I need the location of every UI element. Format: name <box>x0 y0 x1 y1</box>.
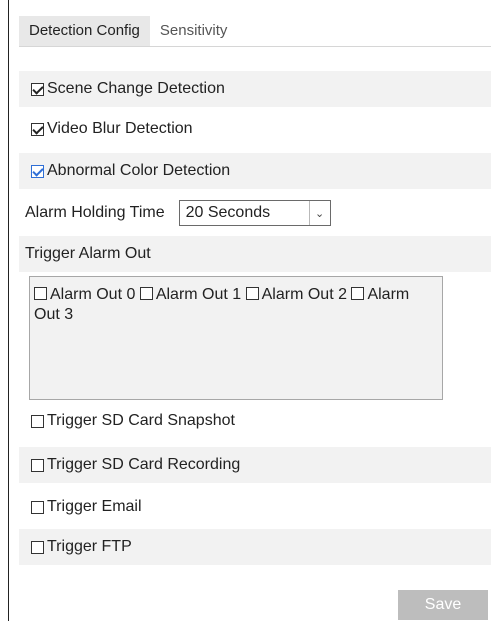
trigger-sd-snapshot-label: Trigger SD Card Snapshot <box>47 412 235 429</box>
alarm-out-2-label: Alarm Out 2 <box>261 286 347 303</box>
video-blur-row: Video Blur Detection <box>19 111 491 147</box>
trigger-alarm-out-row: Trigger Alarm Out <box>19 236 491 272</box>
abnormal-color-row: Abnormal Color Detection <box>19 153 491 189</box>
trigger-email-checkbox[interactable] <box>31 500 44 514</box>
tab-divider <box>19 46 491 47</box>
alarm-holding-row: Alarm Holding Time 20 Seconds ⌄ <box>19 195 491 231</box>
alarm-out-1-checkbox[interactable] <box>139 287 153 300</box>
alarm-out-1-label: Alarm Out 1 <box>155 286 242 303</box>
abnormal-color-checkbox[interactable] <box>31 164 44 178</box>
save-button[interactable]: Save <box>398 590 488 620</box>
trigger-sd-recording-row: Trigger SD Card Recording <box>19 447 491 483</box>
trigger-email-label: Trigger Email <box>47 498 142 515</box>
scene-change-row: Scene Change Detection <box>19 71 491 107</box>
settings-panel: Detection Config Sensitivity Scene Chang… <box>8 0 491 621</box>
trigger-ftp-checkbox[interactable] <box>31 540 44 554</box>
chevron-down-icon[interactable]: ⌄ <box>308 201 330 225</box>
scene-change-checkbox[interactable] <box>31 82 44 96</box>
trigger-sd-snapshot-row: Trigger SD Card Snapshot <box>19 403 491 439</box>
alarm-out-box: Alarm Out 0 Alarm Out 1 Alarm Out 2 Alar… <box>29 276 443 400</box>
alarm-out-2-checkbox[interactable] <box>245 287 259 300</box>
alarm-holding-select[interactable]: 20 Seconds ⌄ <box>178 200 331 226</box>
abnormal-color-label: Abnormal Color Detection <box>47 162 231 179</box>
tab-bar: Detection Config Sensitivity <box>19 16 237 46</box>
trigger-sd-snapshot-checkbox[interactable] <box>31 414 44 428</box>
video-blur-checkbox[interactable] <box>31 122 44 136</box>
trigger-sd-recording-label: Trigger SD Card Recording <box>47 456 241 473</box>
alarm-holding-label: Alarm Holding Time <box>25 204 165 221</box>
alarm-out-0-checkbox[interactable] <box>34 287 47 300</box>
alarm-holding-value: 20 Seconds <box>185 204 271 221</box>
trigger-ftp-row: Trigger FTP <box>19 529 491 565</box>
scene-change-label: Scene Change Detection <box>47 80 225 97</box>
alarm-out-0-label: Alarm Out 0 <box>50 286 136 303</box>
alarm-out-3-checkbox[interactable] <box>351 287 365 300</box>
tab-sensitivity[interactable]: Sensitivity <box>150 16 238 46</box>
trigger-alarm-out-label: Trigger Alarm Out <box>25 245 151 262</box>
trigger-ftp-label: Trigger FTP <box>47 538 132 555</box>
video-blur-label: Video Blur Detection <box>47 120 193 137</box>
trigger-email-row: Trigger Email <box>19 489 491 525</box>
trigger-sd-recording-checkbox[interactable] <box>31 458 44 472</box>
tab-detection-config[interactable]: Detection Config <box>19 16 150 46</box>
